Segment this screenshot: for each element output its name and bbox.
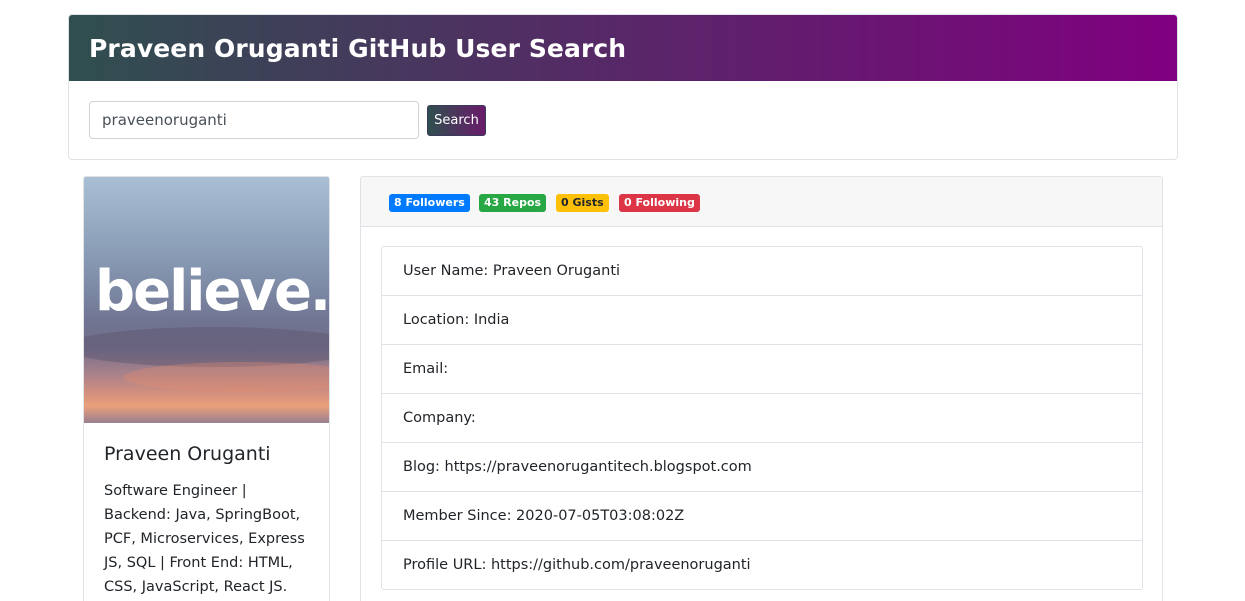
search-button[interactable]: Search bbox=[427, 105, 486, 136]
following-badge: 0 Following bbox=[619, 194, 700, 212]
search-row: Search bbox=[69, 81, 1177, 159]
avatar-text: believe. bbox=[95, 259, 329, 324]
profile-name: Praveen Oruganti bbox=[104, 443, 271, 465]
info-profile-url: Profile URL: https://github.com/praveeno… bbox=[403, 557, 751, 573]
info-location: Location: India bbox=[382, 296, 1142, 345]
avatar-cloud bbox=[84, 327, 329, 367]
app-header: Praveen Oruganti GitHub User Search bbox=[69, 15, 1177, 81]
info-member-since: Member Since: 2020-07-05T03:08:02Z bbox=[382, 492, 1142, 541]
repos-badge: 43 Repos bbox=[479, 194, 547, 212]
info-email: Email: bbox=[382, 345, 1142, 394]
info-username: User Name: Praveen Oruganti bbox=[382, 247, 1142, 296]
app-title: Praveen Oruganti GitHub User Search bbox=[89, 33, 627, 63]
user-info-list: User Name: Praveen Oruganti Location: In… bbox=[381, 246, 1143, 590]
stats-bar: 8 Followers 43 Repos 0 Gists 0 Following bbox=[361, 177, 1162, 227]
gists-badge: 0 Gists bbox=[556, 194, 609, 212]
profile-card: believe. Praveen Oruganti Software Engin… bbox=[83, 176, 330, 601]
followers-badge: 8 Followers bbox=[389, 194, 470, 212]
profile-body: Praveen Oruganti Software Engineer | Bac… bbox=[84, 423, 329, 599]
info-company: Company: bbox=[382, 394, 1142, 443]
profile-bio: Software Engineer | Backend: Java, Sprin… bbox=[104, 483, 305, 595]
avatar-cloud-glow bbox=[124, 362, 329, 392]
search-input[interactable] bbox=[89, 101, 419, 139]
avatar: believe. bbox=[84, 177, 329, 423]
details-card: 8 Followers 43 Repos 0 Gists 0 Following… bbox=[360, 176, 1163, 601]
search-card: Praveen Oruganti GitHub User Search Sear… bbox=[68, 14, 1178, 160]
info-blog: Blog: https://praveenorugantitech.blogsp… bbox=[382, 443, 1142, 492]
